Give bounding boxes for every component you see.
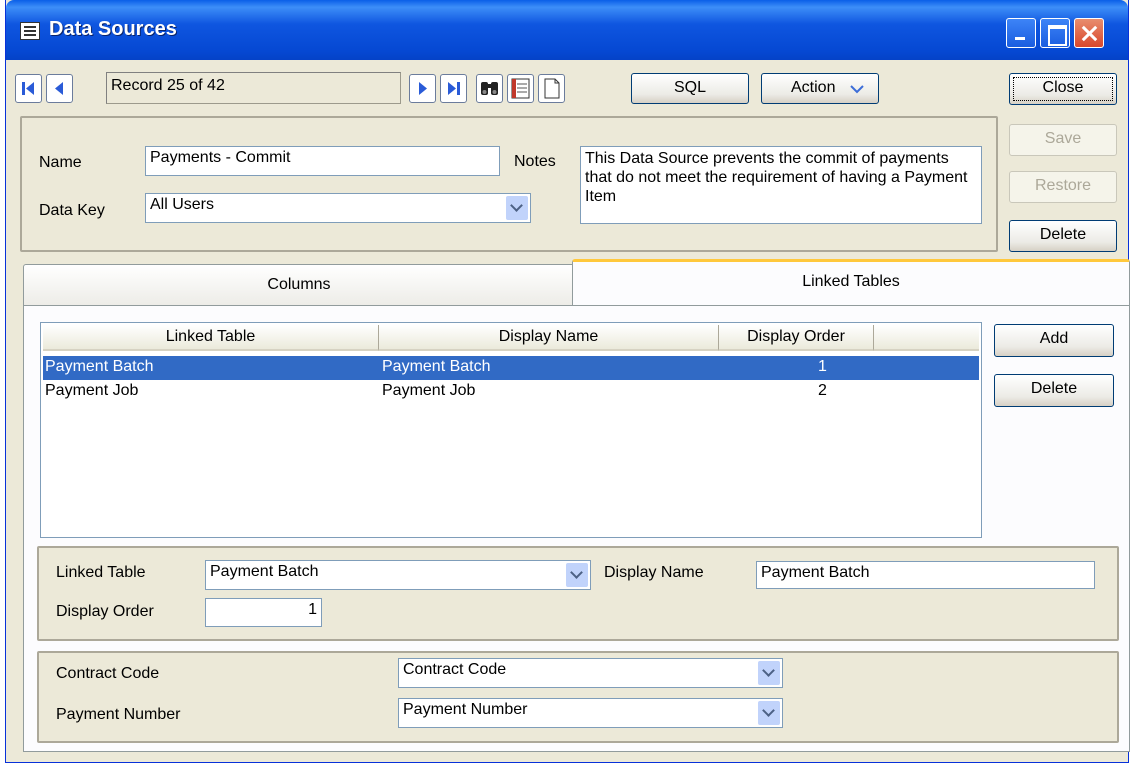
list-view-icon bbox=[511, 78, 530, 99]
previous-record-button[interactable] bbox=[46, 74, 73, 103]
chevron-down-icon[interactable] bbox=[566, 563, 588, 587]
display-order-field[interactable]: 1 bbox=[205, 598, 322, 627]
sql-button[interactable]: SQL bbox=[631, 73, 749, 104]
list-view-button[interactable] bbox=[507, 74, 534, 103]
row-display-order: 1 bbox=[818, 358, 827, 375]
action-button[interactable]: Action bbox=[761, 73, 879, 104]
delete-linked-table-button[interactable]: Delete bbox=[994, 374, 1114, 407]
mapping-select[interactable]: Payment Number bbox=[398, 698, 783, 728]
restore-button[interactable]: Restore bbox=[1009, 171, 1117, 203]
column-header-display-order[interactable]: Display Order bbox=[719, 325, 874, 351]
mapping-label: Payment Number bbox=[56, 706, 181, 723]
record-indicator: Record 25 of 42 bbox=[106, 72, 401, 104]
column-header-display-name[interactable]: Display Name bbox=[379, 325, 719, 351]
row-linked-table: Payment Batch bbox=[45, 358, 154, 375]
row-display-name: Payment Job bbox=[382, 382, 476, 399]
row-display-order: 2 bbox=[818, 382, 827, 399]
linked-tables-list[interactable]: Linked Table Display Name Display Order … bbox=[40, 322, 982, 538]
blank-page-icon bbox=[544, 78, 560, 99]
mapping-select-value: Contract Code bbox=[403, 661, 507, 678]
notes-field[interactable]: This Data Source prevents the commit of … bbox=[580, 146, 982, 224]
display-name-field[interactable]: Payment Batch bbox=[756, 561, 1095, 589]
tab-linked-tables[interactable]: Linked Tables bbox=[572, 259, 1130, 307]
title-bar[interactable]: Data Sources bbox=[6, 0, 1128, 60]
save-button[interactable]: Save bbox=[1009, 124, 1117, 156]
linked-table-select-value: Payment Batch bbox=[210, 563, 319, 580]
table-row[interactable]: Payment Batch Payment Batch 1 bbox=[43, 356, 979, 380]
find-button[interactable] bbox=[476, 74, 503, 103]
close-window-button[interactable] bbox=[1074, 18, 1104, 48]
chevron-down-icon[interactable] bbox=[506, 196, 528, 220]
name-label: Name bbox=[39, 154, 82, 171]
binoculars-icon bbox=[481, 82, 498, 95]
table-row[interactable]: Payment Job Payment Job 2 bbox=[43, 380, 979, 404]
linked-table-select[interactable]: Payment Batch bbox=[205, 560, 591, 590]
window-title: Data Sources bbox=[49, 18, 177, 40]
tab-columns[interactable]: Columns bbox=[23, 264, 575, 308]
data-key-label: Data Key bbox=[39, 202, 105, 219]
name-field[interactable]: Payments - Commit bbox=[145, 146, 500, 176]
first-record-icon bbox=[22, 82, 34, 95]
minimize-button[interactable] bbox=[1006, 18, 1036, 48]
new-record-button[interactable] bbox=[538, 74, 565, 103]
chevron-down-icon[interactable] bbox=[758, 701, 780, 725]
next-record-icon bbox=[419, 82, 427, 95]
delete-button[interactable]: Delete bbox=[1009, 220, 1117, 252]
first-record-button[interactable] bbox=[15, 74, 42, 103]
close-button[interactable]: Close bbox=[1009, 73, 1117, 105]
detail-display-name-label: Display Name bbox=[604, 564, 704, 581]
data-key-value: All Users bbox=[150, 196, 215, 213]
next-record-button[interactable] bbox=[409, 74, 436, 103]
data-key-select[interactable]: All Users bbox=[145, 193, 531, 223]
detail-linked-table-label: Linked Table bbox=[56, 564, 146, 581]
chevron-down-icon bbox=[850, 85, 864, 94]
row-linked-table: Payment Job bbox=[45, 382, 139, 399]
mapping-select-value: Payment Number bbox=[403, 701, 528, 718]
add-linked-table-button[interactable]: Add bbox=[994, 324, 1114, 357]
action-button-label: Action bbox=[791, 79, 836, 96]
last-record-icon bbox=[448, 82, 460, 95]
notes-label: Notes bbox=[514, 153, 556, 170]
detail-display-order-label: Display Order bbox=[56, 603, 154, 620]
row-display-name: Payment Batch bbox=[382, 358, 491, 375]
column-header-linked-table[interactable]: Linked Table bbox=[43, 325, 379, 351]
previous-record-icon bbox=[55, 82, 63, 95]
form-icon bbox=[20, 22, 40, 40]
maximize-button[interactable] bbox=[1040, 18, 1070, 48]
mapping-select[interactable]: Contract Code bbox=[398, 658, 783, 688]
chevron-down-icon[interactable] bbox=[758, 661, 780, 685]
data-sources-window: Data Sources Record 25 of 42 SQL Action … bbox=[5, 0, 1130, 763]
column-header-filler bbox=[874, 325, 979, 351]
mapping-label: Contract Code bbox=[56, 665, 160, 682]
last-record-button[interactable] bbox=[440, 74, 467, 103]
